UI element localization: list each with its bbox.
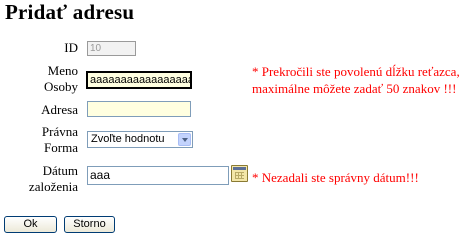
address-label: Adresa — [41, 102, 78, 117]
name-label: Meno Osoby — [0, 63, 78, 95]
legal-form-select[interactable]: Zvoľte hodnotu — [87, 131, 193, 148]
legal-form-selected: Zvoľte hodnotu — [91, 133, 165, 145]
name-error-line2: maximálne môžete zadať 50 znakov !!! — [252, 81, 457, 96]
date-label-line2: založenia — [28, 179, 78, 194]
address-field[interactable] — [87, 101, 191, 117]
name-label-line2: Osoby — [44, 79, 78, 94]
name-label-line1: Meno — [47, 63, 78, 78]
cancel-button[interactable]: Storno — [64, 216, 115, 233]
name-error: * Prekročili ste povolenú dĺžku reťazca,… — [252, 63, 460, 97]
id-label: ID — [64, 40, 78, 55]
chevron-down-icon[interactable] — [178, 133, 191, 146]
legal-form-label-line2: Forma — [44, 140, 78, 155]
ok-button[interactable]: Ok — [4, 216, 57, 233]
legal-form-label: Právna Forma — [0, 124, 78, 156]
date-label-line1: Dátum — [42, 163, 78, 178]
date-field[interactable]: aaa — [87, 166, 229, 185]
legal-form-label-line1: Právna — [41, 124, 78, 139]
id-field: 10 — [87, 41, 136, 56]
page-title: Pridať adresu — [5, 0, 135, 24]
name-field[interactable]: aaaaaaaaaaaaaaaaa — [86, 71, 192, 89]
date-label: Dátum založenia — [0, 163, 78, 195]
calendar-icon[interactable] — [231, 165, 248, 182]
date-error: * Nezadali ste správny dátum!!! — [252, 170, 419, 185]
name-error-line1: * Prekročili ste povolenú dĺžku reťazca, — [252, 64, 460, 79]
